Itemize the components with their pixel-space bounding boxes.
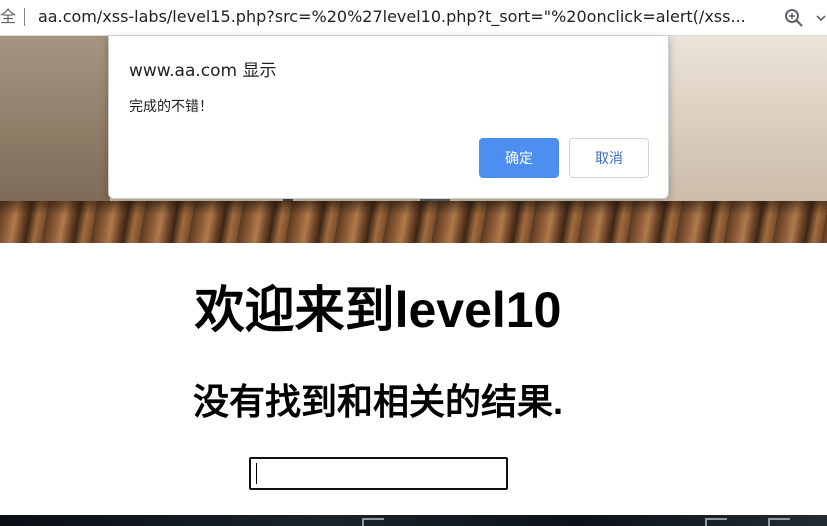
page-title: 欢迎来到level10 (194, 282, 562, 338)
zoom-icon[interactable] (784, 8, 804, 28)
dialog-origin: www.aa.com 显示 (129, 61, 277, 81)
address-divider (24, 8, 25, 26)
footer-image (0, 515, 827, 526)
footer-decoration (705, 518, 727, 526)
text-caret (256, 463, 257, 484)
footer-decoration (362, 518, 384, 526)
cancel-button[interactable]: 取消 (569, 138, 649, 178)
search-input[interactable] (249, 457, 508, 490)
url-text[interactable]: aa.com/xss-labs/level15.php?src=%20%27le… (38, 7, 768, 27)
security-indicator[interactable]: 全 (0, 7, 16, 27)
alert-dialog: www.aa.com 显示 完成的不错！ 确定 取消 (108, 36, 669, 199)
banner-floor-shade (0, 201, 827, 215)
footer-decoration (768, 518, 790, 526)
dialog-message: 完成的不错！ (129, 99, 213, 115)
ok-button[interactable]: 确定 (479, 138, 559, 178)
banner-left-panel (0, 36, 110, 206)
browser-window: 全 aa.com/xss-labs/level15.php?src=%20%27… (0, 0, 827, 526)
chevron-down-icon[interactable] (815, 8, 827, 28)
result-message: 没有找到和相关的结果. (192, 381, 563, 422)
address-bar[interactable]: 全 aa.com/xss-labs/level15.php?src=%20%27… (0, 0, 827, 36)
banner-right-panel (667, 36, 827, 206)
